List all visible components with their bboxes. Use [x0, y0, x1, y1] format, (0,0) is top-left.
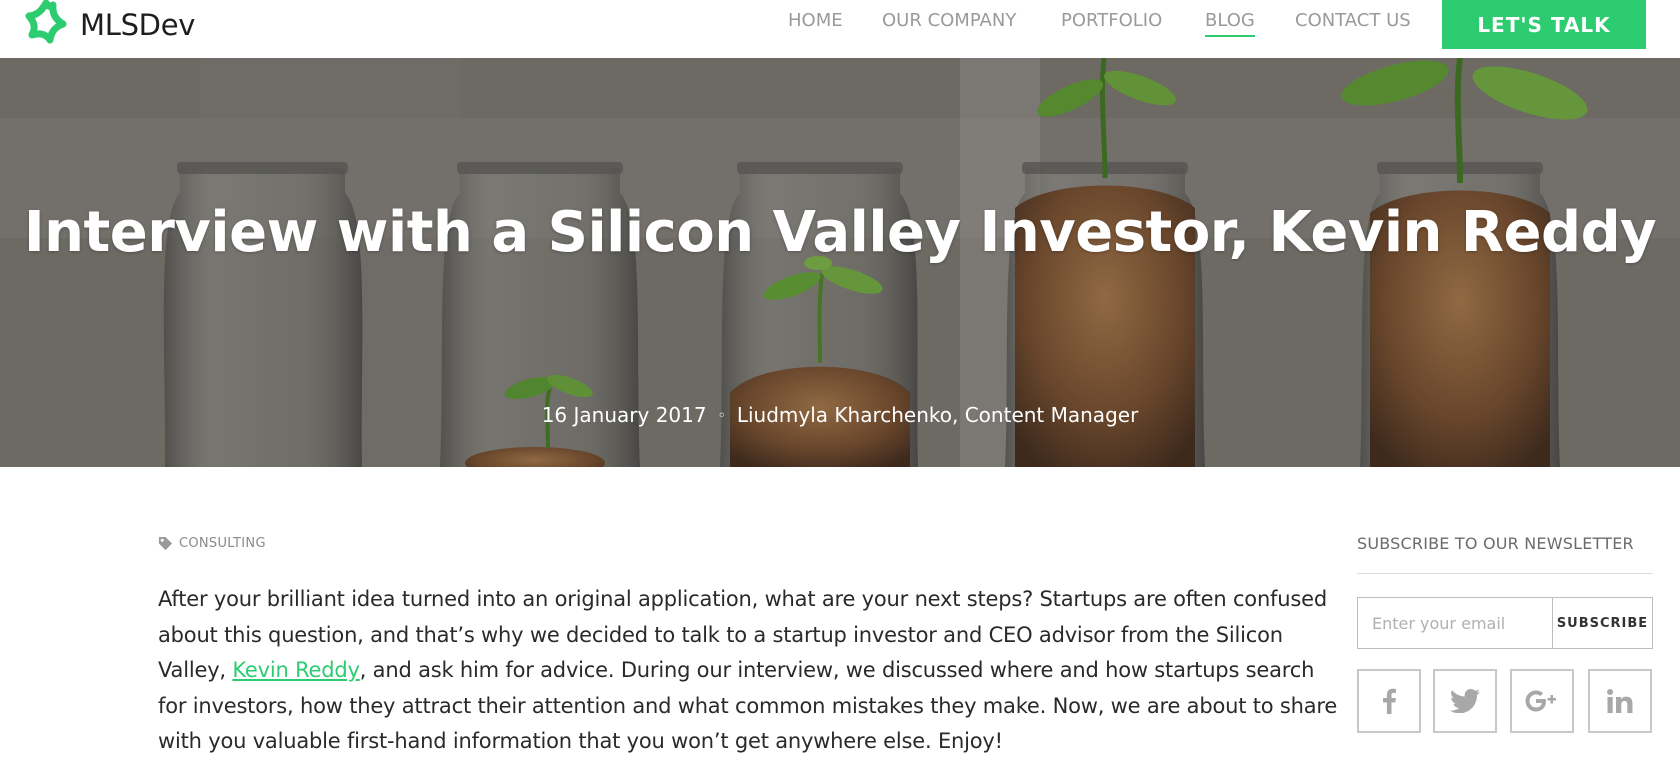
hero-banner: Interview with a Silicon Valley Investor… [0, 58, 1680, 467]
google-plus-button[interactable] [1510, 669, 1574, 733]
nav-home[interactable]: HOME [788, 10, 843, 35]
newsletter-divider [1357, 573, 1653, 574]
facebook-button[interactable] [1357, 669, 1421, 733]
email-input[interactable] [1358, 598, 1552, 648]
article-tag[interactable]: CONSULTING [158, 536, 266, 551]
brand-name: MLSDev [80, 8, 196, 42]
newsletter-form: SUBSCRIBE [1357, 597, 1653, 649]
tag-label: CONSULTING [179, 536, 266, 551]
tag-icon [158, 536, 173, 551]
site-header: MLSDev HOME OUR COMPANY PORTFOLIO BLOG C… [0, 0, 1680, 58]
nav-portfolio[interactable]: PORTFOLIO [1061, 10, 1162, 35]
author-name: Liudmyla Kharchenko, Content Manager [736, 403, 1139, 427]
linkedin-button[interactable] [1588, 669, 1652, 733]
lets-talk-button[interactable]: LET'S TALK [1442, 0, 1646, 49]
logo-star-icon [25, 0, 67, 44]
brand-logo[interactable]: MLSDev [20, 0, 195, 50]
article-intro: After your brilliant idea turned into an… [158, 582, 1338, 760]
twitter-button[interactable] [1433, 669, 1497, 733]
twitter-icon [1450, 689, 1480, 713]
publish-date: 16 January 2017 [541, 403, 707, 427]
newsletter-heading: SUBSCRIBE TO OUR NEWSLETTER [1357, 534, 1634, 553]
article-meta: 16 January 2017 ◦ Liudmyla Kharchenko, Con… [0, 403, 1680, 427]
google-plus-icon [1525, 690, 1556, 712]
nav-blog[interactable]: BLOG [1205, 10, 1255, 37]
nav-contact-us[interactable]: CONTACT US [1295, 10, 1411, 35]
subscribe-button[interactable]: SUBSCRIBE [1552, 598, 1652, 648]
facebook-icon [1383, 688, 1396, 714]
nav-our-company[interactable]: OUR COMPANY [882, 10, 1016, 35]
article-title: Interview with a Silicon Valley Investor… [23, 200, 1657, 265]
meta-separator: ◦ [717, 408, 726, 424]
kevin-reddy-link[interactable]: Kevin Reddy [232, 658, 360, 682]
linkedin-icon [1607, 689, 1633, 713]
